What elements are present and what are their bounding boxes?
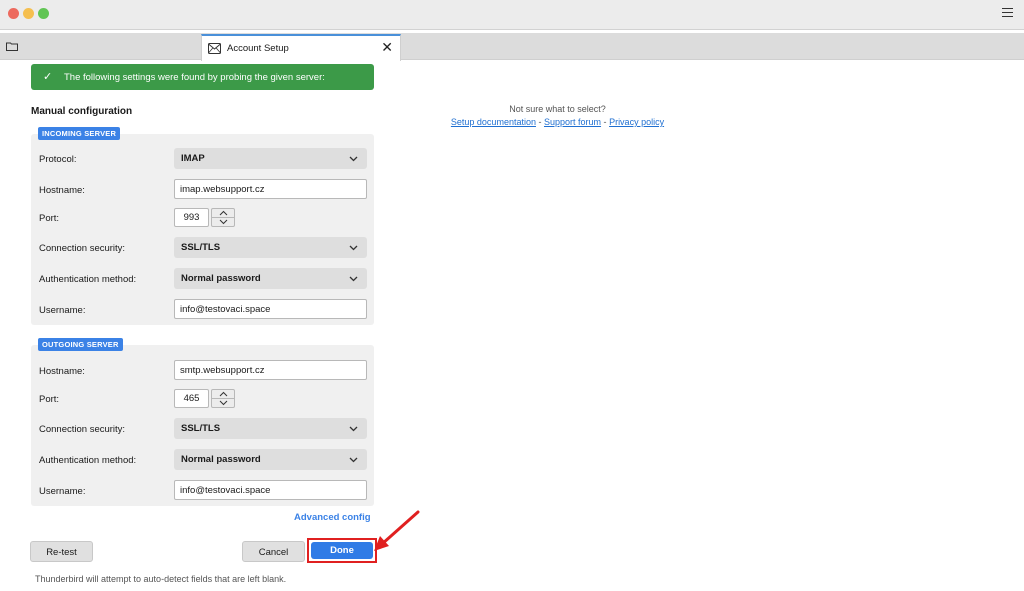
incoming-security-select[interactable]: SSL/TLS — [174, 237, 367, 258]
window-minimize-button[interactable] — [23, 8, 34, 19]
hostname-label: Hostname: — [39, 366, 85, 377]
username-label: Username: — [39, 305, 86, 316]
success-notification: ✓ The following settings were found by p… — [31, 64, 374, 90]
tab-close-icon[interactable]: ✕ — [381, 40, 393, 54]
chevron-up-icon[interactable] — [219, 391, 228, 397]
outgoing-security-select[interactable]: SSL/TLS — [174, 418, 367, 439]
help-question: Not sure what to select? — [509, 104, 606, 114]
annotation-arrow-icon — [374, 510, 420, 551]
select-value: SSL/TLS — [181, 242, 221, 253]
privacy-policy-link[interactable]: Privacy policy — [609, 117, 664, 127]
incoming-hostname-input[interactable]: imap.websupport.cz — [174, 179, 367, 199]
select-value: Normal password — [181, 454, 261, 465]
tab-bar: Account Setup ✕ — [0, 33, 1024, 61]
tab-account-setup[interactable]: Account Setup ✕ — [201, 34, 401, 61]
envelope-icon — [208, 43, 221, 54]
hostname-label: Hostname: — [39, 185, 85, 196]
window-maximize-button[interactable] — [38, 8, 49, 19]
window-titlebar — [0, 0, 1024, 30]
chevron-down-icon — [349, 276, 358, 282]
incoming-username-input[interactable]: info@testovaci.space — [174, 299, 367, 319]
select-value: Normal password — [181, 273, 261, 284]
select-value: SSL/TLS — [181, 423, 221, 434]
select-value: IMAP — [181, 153, 205, 164]
done-button[interactable]: Done — [311, 542, 373, 559]
folder-icon[interactable] — [6, 42, 18, 51]
advanced-config-link[interactable]: Advanced config — [294, 512, 371, 523]
app-menu-icon[interactable] — [1002, 8, 1013, 18]
chevron-down-icon[interactable] — [219, 400, 228, 406]
setup-documentation-link[interactable]: Setup documentation — [451, 117, 536, 127]
chevron-down-icon[interactable] — [219, 219, 228, 225]
check-icon: ✓ — [43, 71, 53, 83]
incoming-protocol-select[interactable]: IMAP — [174, 148, 367, 169]
connection-security-label: Connection security: — [39, 424, 126, 435]
chevron-up-icon[interactable] — [219, 210, 228, 216]
link-separator: - — [603, 117, 607, 127]
chevron-down-icon — [349, 426, 358, 432]
chevron-down-icon — [349, 156, 358, 162]
cancel-button[interactable]: Cancel — [242, 541, 305, 562]
link-separator: - — [538, 117, 542, 127]
outgoing-hostname-input[interactable]: smtp.websupport.cz — [174, 360, 367, 380]
protocol-label: Protocol: — [39, 154, 77, 165]
incoming-port-input[interactable]: 993 — [174, 208, 209, 227]
support-forum-link[interactable]: Support forum — [544, 117, 601, 127]
outgoing-username-input[interactable]: info@testovaci.space — [174, 480, 367, 500]
outgoing-port-input[interactable]: 465 — [174, 389, 209, 408]
port-label: Port: — [39, 213, 60, 224]
incoming-server-badge: INCOMING SERVER — [38, 127, 121, 140]
chevron-down-icon — [349, 457, 358, 463]
retest-button[interactable]: Re-test — [30, 541, 93, 562]
authentication-method-label: Authentication method: — [39, 455, 137, 466]
incoming-port-stepper[interactable] — [211, 208, 235, 227]
footer-note: Thunderbird will attempt to auto-detect … — [35, 574, 287, 584]
section-title: Manual configuration — [31, 106, 133, 117]
help-links: Setup documentation - Support forum - Pr… — [440, 117, 675, 127]
username-label: Username: — [39, 486, 86, 497]
chevron-down-icon — [349, 245, 358, 251]
port-label: Port: — [39, 394, 60, 405]
incoming-auth-select[interactable]: Normal password — [174, 268, 367, 289]
window-close-button[interactable] — [8, 8, 19, 19]
outgoing-port-stepper[interactable] — [211, 389, 235, 408]
notification-text: The following settings were found by pro… — [64, 72, 325, 83]
authentication-method-label: Authentication method: — [39, 274, 137, 285]
tab-label: Account Setup — [227, 43, 289, 54]
outgoing-server-badge: OUTGOING SERVER — [38, 338, 123, 351]
connection-security-label: Connection security: — [39, 243, 126, 254]
outgoing-auth-select[interactable]: Normal password — [174, 449, 367, 470]
